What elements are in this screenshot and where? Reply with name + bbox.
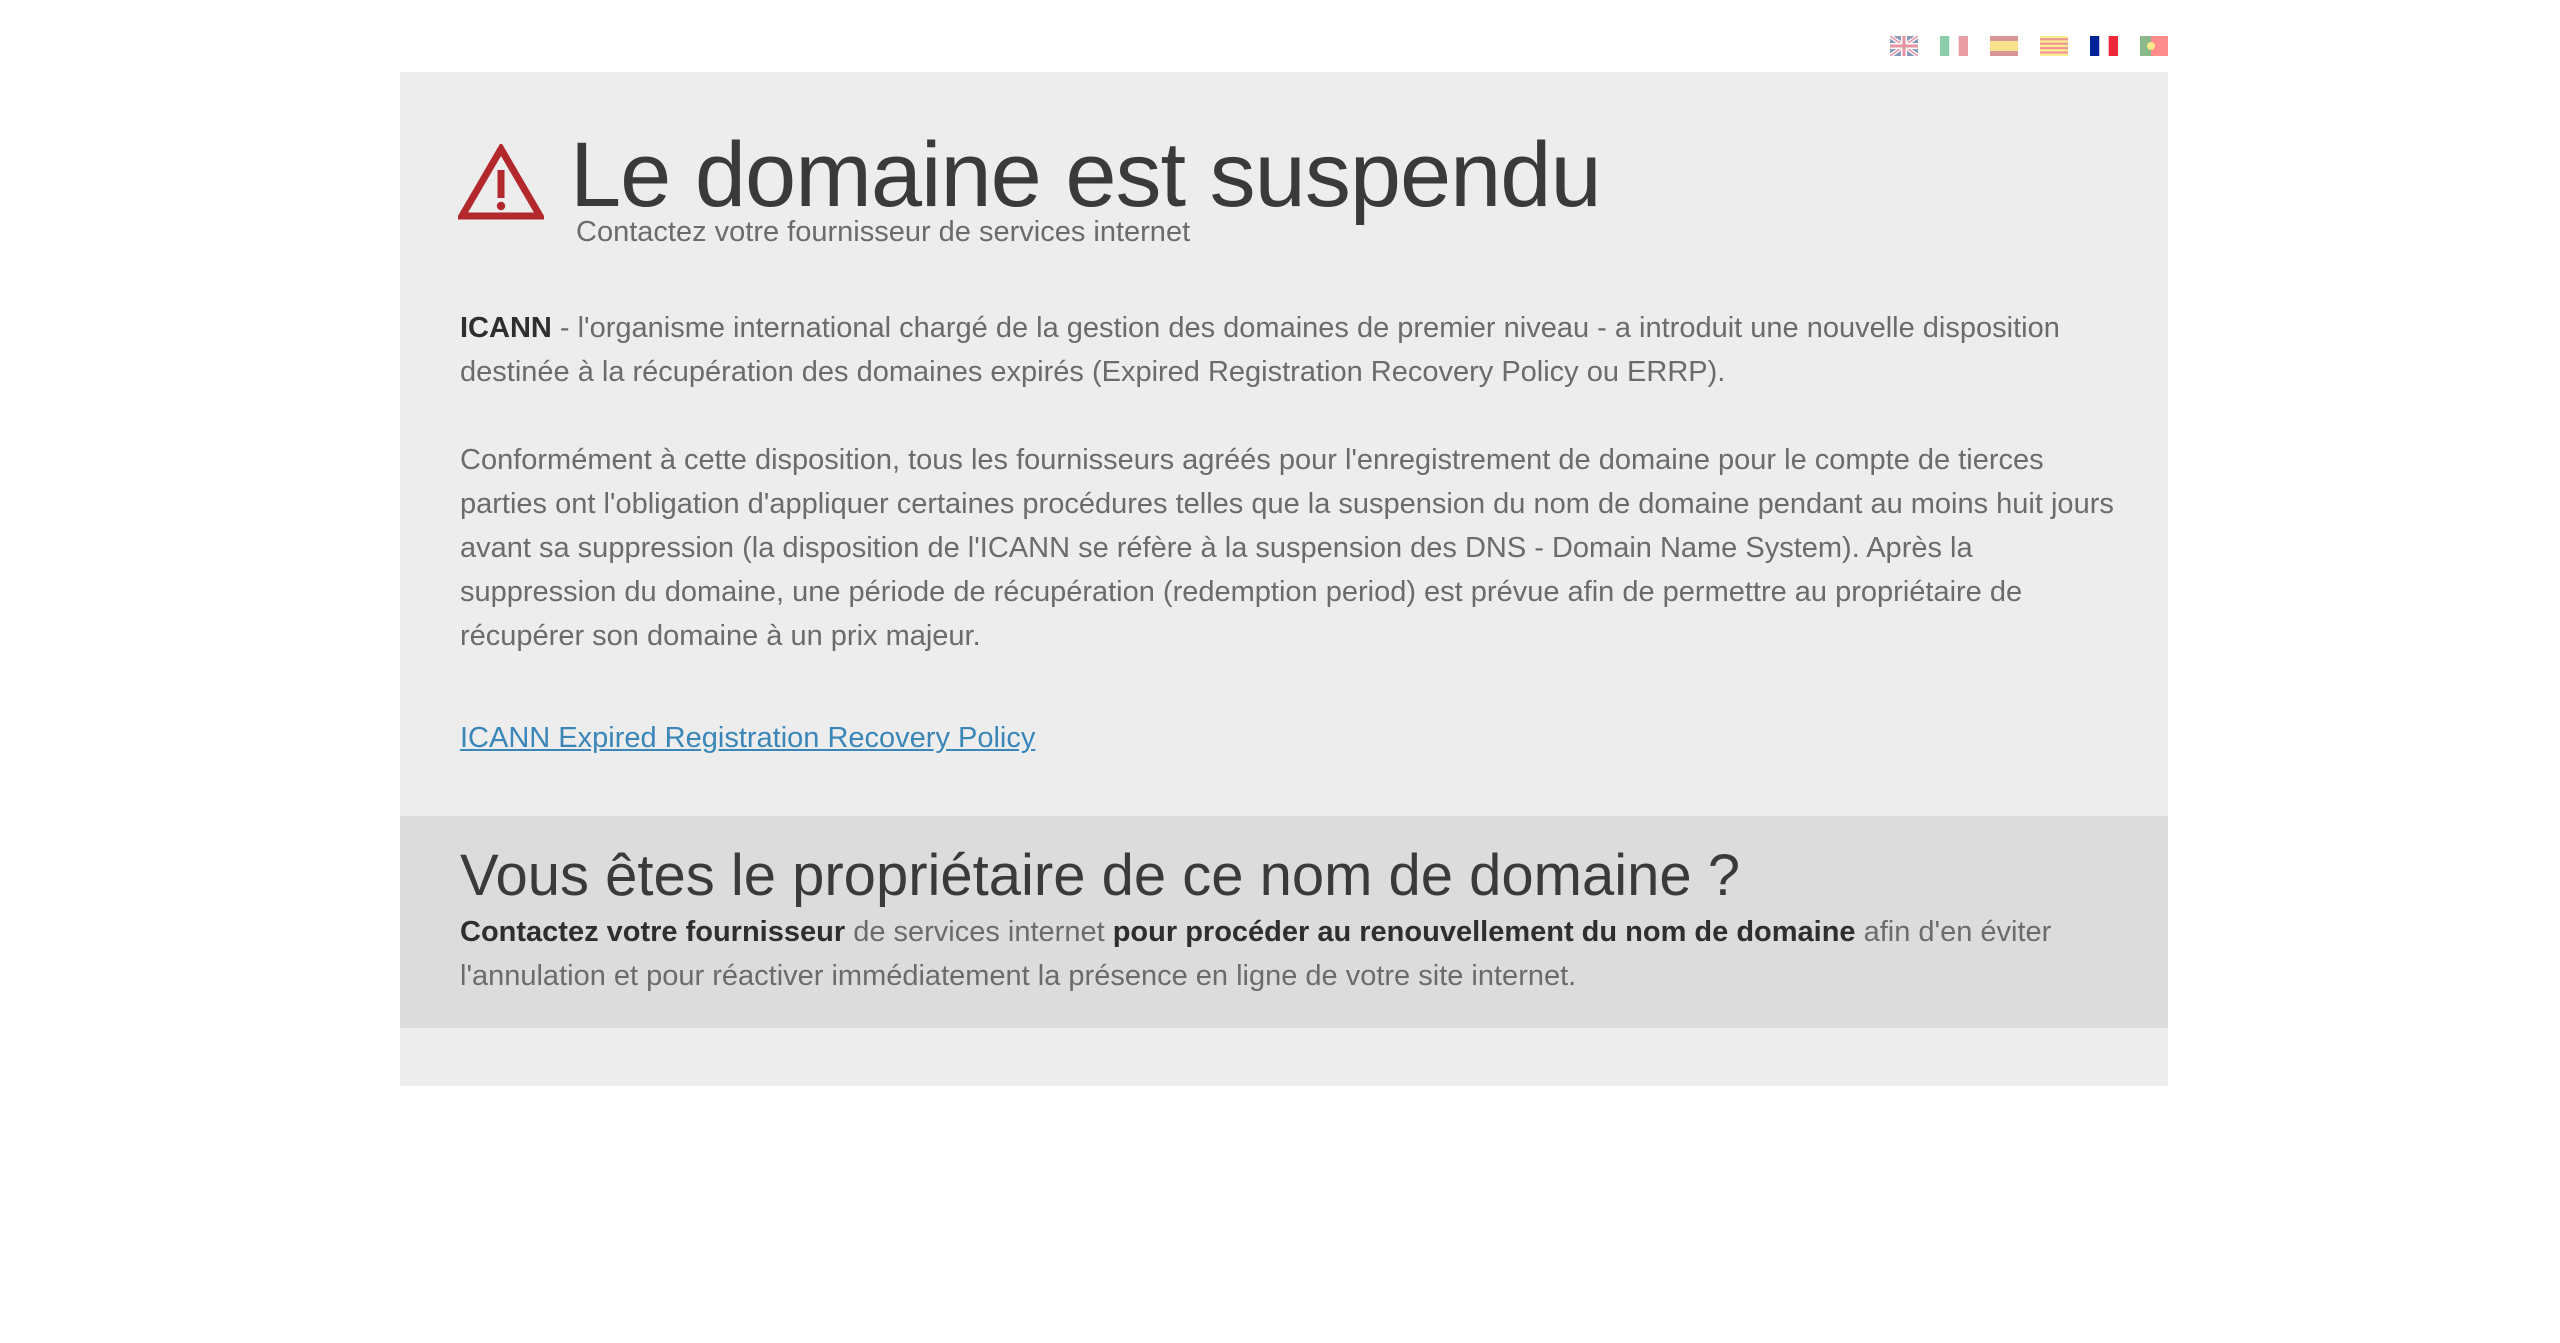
icann-paragraph-text: - l'organisme international chargé de la…	[460, 312, 2060, 388]
errp-paragraph: Conformément à cette disposition, tous l…	[460, 444, 2114, 652]
owner-section-title: Vous êtes le propriétaire de ce nom de d…	[460, 843, 1741, 908]
icann-paragraph: ICANN - l'organisme international chargé…	[460, 306, 2120, 394]
owner-strong-1: Contactez votre fournisseur	[460, 916, 846, 948]
flag-en-icon[interactable]	[1890, 36, 1918, 56]
owner-section-text: Contactez votre fournisseur de services …	[460, 910, 2120, 998]
flag-es-icon[interactable]	[1990, 36, 2018, 56]
errp-policy-link[interactable]: ICANN Expired Registration Recovery Poli…	[460, 716, 1035, 760]
warning-triangle-icon	[458, 144, 544, 220]
language-selector	[1890, 36, 2170, 58]
page-subtitle: Contactez votre fournisseur de services …	[576, 216, 1191, 248]
owner-strong-2: pour procéder au renouvellement du nom d…	[1112, 916, 1856, 948]
flag-ca-icon[interactable]	[2040, 36, 2068, 56]
flag-it-icon[interactable]	[1940, 36, 1968, 56]
owner-text-1: de services internet	[845, 916, 1113, 948]
flag-fr-icon[interactable]	[2090, 36, 2118, 56]
flag-pt-icon[interactable]	[2140, 36, 2168, 56]
icann-strong: ICANN	[460, 312, 552, 344]
